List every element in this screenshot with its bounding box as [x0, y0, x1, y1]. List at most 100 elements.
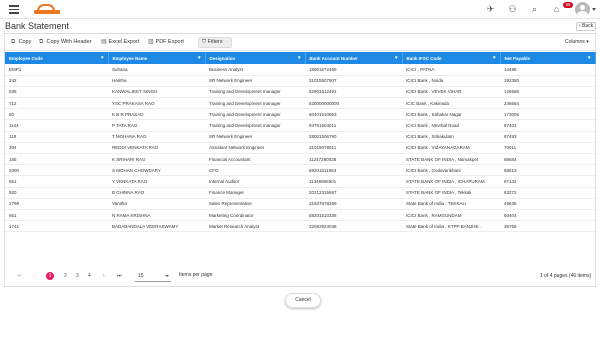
table-row[interactable]: 50 K B R PRASAD Training and Development m…: [5, 108, 595, 121]
copy-button[interactable]: ⧉ Copy: [11, 38, 31, 47]
prev-page-button[interactable]: ‹: [33, 273, 35, 280]
search-icon[interactable]: ⌕: [529, 4, 540, 15]
column-filter-icon[interactable]: ▼: [197, 55, 201, 60]
company-logo[interactable]: [34, 4, 60, 15]
table-cell: 2798: [5, 198, 108, 210]
table-cell: 31015078011: [305, 142, 402, 155]
table-row[interactable]: 242 Haritha SR Network Engineer 31015507907…: [5, 75, 595, 87]
first-page-button[interactable]: ⏮: [17, 273, 22, 280]
last-page-button[interactable]: ⏭: [117, 273, 122, 280]
menu-icon[interactable]: [9, 5, 19, 14]
page-1-button[interactable]: 1: [46, 272, 54, 280]
table-row[interactable]: 3300 S MOHAN CHOWDARY CFO 68201511563 ICICI …: [5, 164, 595, 177]
table-cell: Haritha: [108, 75, 205, 87]
column-header[interactable]: Bank IFSC Code ▼: [402, 52, 501, 64]
column-filter-icon[interactable]: ▼: [587, 55, 591, 60]
column-filter-icon[interactable]: ▼: [297, 55, 301, 60]
table-cell: BADABANDALA VEERASWAMY: [108, 220, 205, 233]
table-row[interactable]: 712 YSC PRAKASA RAO Training and Developme…: [5, 97, 595, 110]
column-header[interactable]: Designation ▼: [205, 52, 306, 64]
chevron-down-icon: [165, 275, 169, 277]
table-cell: Training and Development manager: [205, 86, 305, 99]
notifications-icon[interactable]: ⌂: [551, 4, 562, 15]
table-cell: N RAMA KRISHNA: [108, 209, 205, 222]
back-button[interactable]: ‹ Back: [576, 22, 596, 31]
page-2-button[interactable]: 2: [64, 273, 67, 280]
table-cell: 173005: [500, 108, 595, 121]
avatar[interactable]: [575, 2, 590, 17]
table-cell: ICICI Bank , Noida: [402, 75, 500, 87]
columns-dropdown[interactable]: Columns ▾: [565, 38, 589, 47]
table-cell: ICICI Bank , VIZAYANAGARAM: [402, 142, 500, 155]
filters-button[interactable]: ⛉ Filters: [198, 37, 232, 48]
table-row[interactable]: 651 Y VENKATA RAO Internal Auditor 11346966…: [5, 175, 595, 188]
table-cell: ICICI Bank , Godavarikhani: [402, 164, 500, 177]
table-cell: 192380: [500, 75, 595, 87]
table-cell: S MOHAN CHOWDARY: [108, 164, 205, 177]
table-cell: 68684: [500, 153, 595, 166]
filters-label: Filters: [207, 39, 223, 45]
table-cell: 3300: [5, 164, 108, 177]
table-row[interactable]: 118 T MOHANA RAO SR Network Engineer 280015…: [5, 131, 595, 143]
table-cell: K B R PRASAD: [108, 108, 205, 121]
table-cell: 1144: [5, 119, 108, 132]
table-row[interactable]: 2798 Vanitha Sales Representative 319379782…: [5, 198, 595, 210]
pdf-icon: ▥: [148, 39, 154, 45]
cancel-button[interactable]: Cancel: [285, 293, 321, 308]
table-row[interactable]: 185 K SRIHARI RAO Financial Accountant 1124…: [5, 153, 595, 166]
column-filter-icon[interactable]: ▼: [100, 55, 104, 60]
chevron-down-icon[interactable]: [592, 8, 596, 11]
table-cell: 32082923036: [305, 220, 402, 233]
table-cell: 67134: [500, 175, 595, 188]
table-cell: Business Analyst: [205, 64, 305, 76]
table-cell: ICICI Bank , VEVEK VIHAR: [402, 86, 500, 99]
table-cell: 118: [5, 131, 108, 143]
table-cell: 246664: [500, 97, 595, 110]
table-cell: 63272: [500, 187, 595, 199]
table-row[interactable]: EMP1 Suhana Business Analyst 16901572459 ICI…: [5, 64, 595, 76]
table-cell: ICICI Bank , RAMGUNDAM: [402, 209, 500, 222]
table-cell: SR Network Engineer: [205, 131, 305, 143]
column-header[interactable]: Bank Account Number ▼: [305, 52, 403, 64]
grid-toolbar: ⧉ Copy ⧉ Copy With Header ▤ Excel Export…: [5, 34, 595, 51]
column-filter-icon[interactable]: ▼: [492, 55, 496, 60]
table-cell: 1741: [5, 220, 108, 233]
table-cell: State Bank of India , TEKKALI: [402, 198, 500, 210]
column-header[interactable]: Employee Code ▼: [5, 52, 109, 64]
next-page-button[interactable]: ›: [103, 273, 105, 280]
table-cell: ICICI Bank , Srikakulam: [402, 131, 500, 143]
table-cell: STATE BANK OF INDIA , Tekkali: [402, 187, 500, 199]
table-cell: 630000000000: [305, 97, 402, 110]
table-cell: Financial Accountant: [205, 153, 305, 166]
table-cell: 68613: [500, 164, 595, 177]
users-icon[interactable]: ⚇: [507, 4, 518, 15]
table-row[interactable]: 1741 BADABANDALA VEERASWAMY Market Researc…: [5, 220, 595, 233]
table-cell: ICICI , PATNA: [402, 64, 500, 76]
table-cell: 70011: [500, 142, 595, 155]
table-row[interactable]: 920 B CHINNA RAO Finance Manager 2021231568…: [5, 187, 595, 199]
notification-badge: 99: [563, 2, 573, 8]
copy-with-header-button[interactable]: ⧉ Copy With Header: [39, 38, 91, 47]
statement-panel: ⧉ Copy ⧉ Copy With Header ▤ Excel Export…: [4, 33, 596, 287]
table-cell: Sales Representative: [205, 198, 305, 210]
tasks-icon[interactable]: ✈: [485, 4, 496, 15]
column-filter-icon[interactable]: ▼: [394, 55, 398, 60]
top-bar: ✈ ⚇ ⌕ ⌂ 99: [0, 0, 600, 19]
column-header[interactable]: Employee Name ▼: [108, 52, 206, 64]
page-4-button[interactable]: 4: [88, 273, 91, 280]
table-row[interactable]: 651 N RAMA KRISHNA Marketing Coordinator 68…: [5, 209, 595, 222]
table-cell: YSC PRAKASA RAO: [108, 97, 205, 110]
table-cell: 50404: [500, 209, 595, 222]
table-row[interactable]: 1144 P TATA RAO Training and Development m…: [5, 119, 595, 132]
table-cell: REDDI VENKATA RAO: [108, 142, 205, 155]
table-row[interactable]: 304 REDDI VENKATA RAO Assistant Network En…: [5, 142, 595, 155]
column-header-label: Employee Code: [9, 55, 43, 61]
pdf-export-button[interactable]: ▥ PDF Export: [148, 38, 184, 47]
table-row[interactable]: 538 KANWALJEET SINGH Training and Developm…: [5, 86, 595, 99]
page-3-button[interactable]: 3: [76, 273, 79, 280]
table-cell: 49635: [500, 198, 595, 210]
excel-export-button[interactable]: ▤ Excel Export: [101, 38, 139, 47]
table-cell: 60401510663: [305, 108, 402, 121]
column-header[interactable]: Net Payable ▼: [500, 52, 596, 64]
table-cell: Suhana: [108, 64, 205, 76]
